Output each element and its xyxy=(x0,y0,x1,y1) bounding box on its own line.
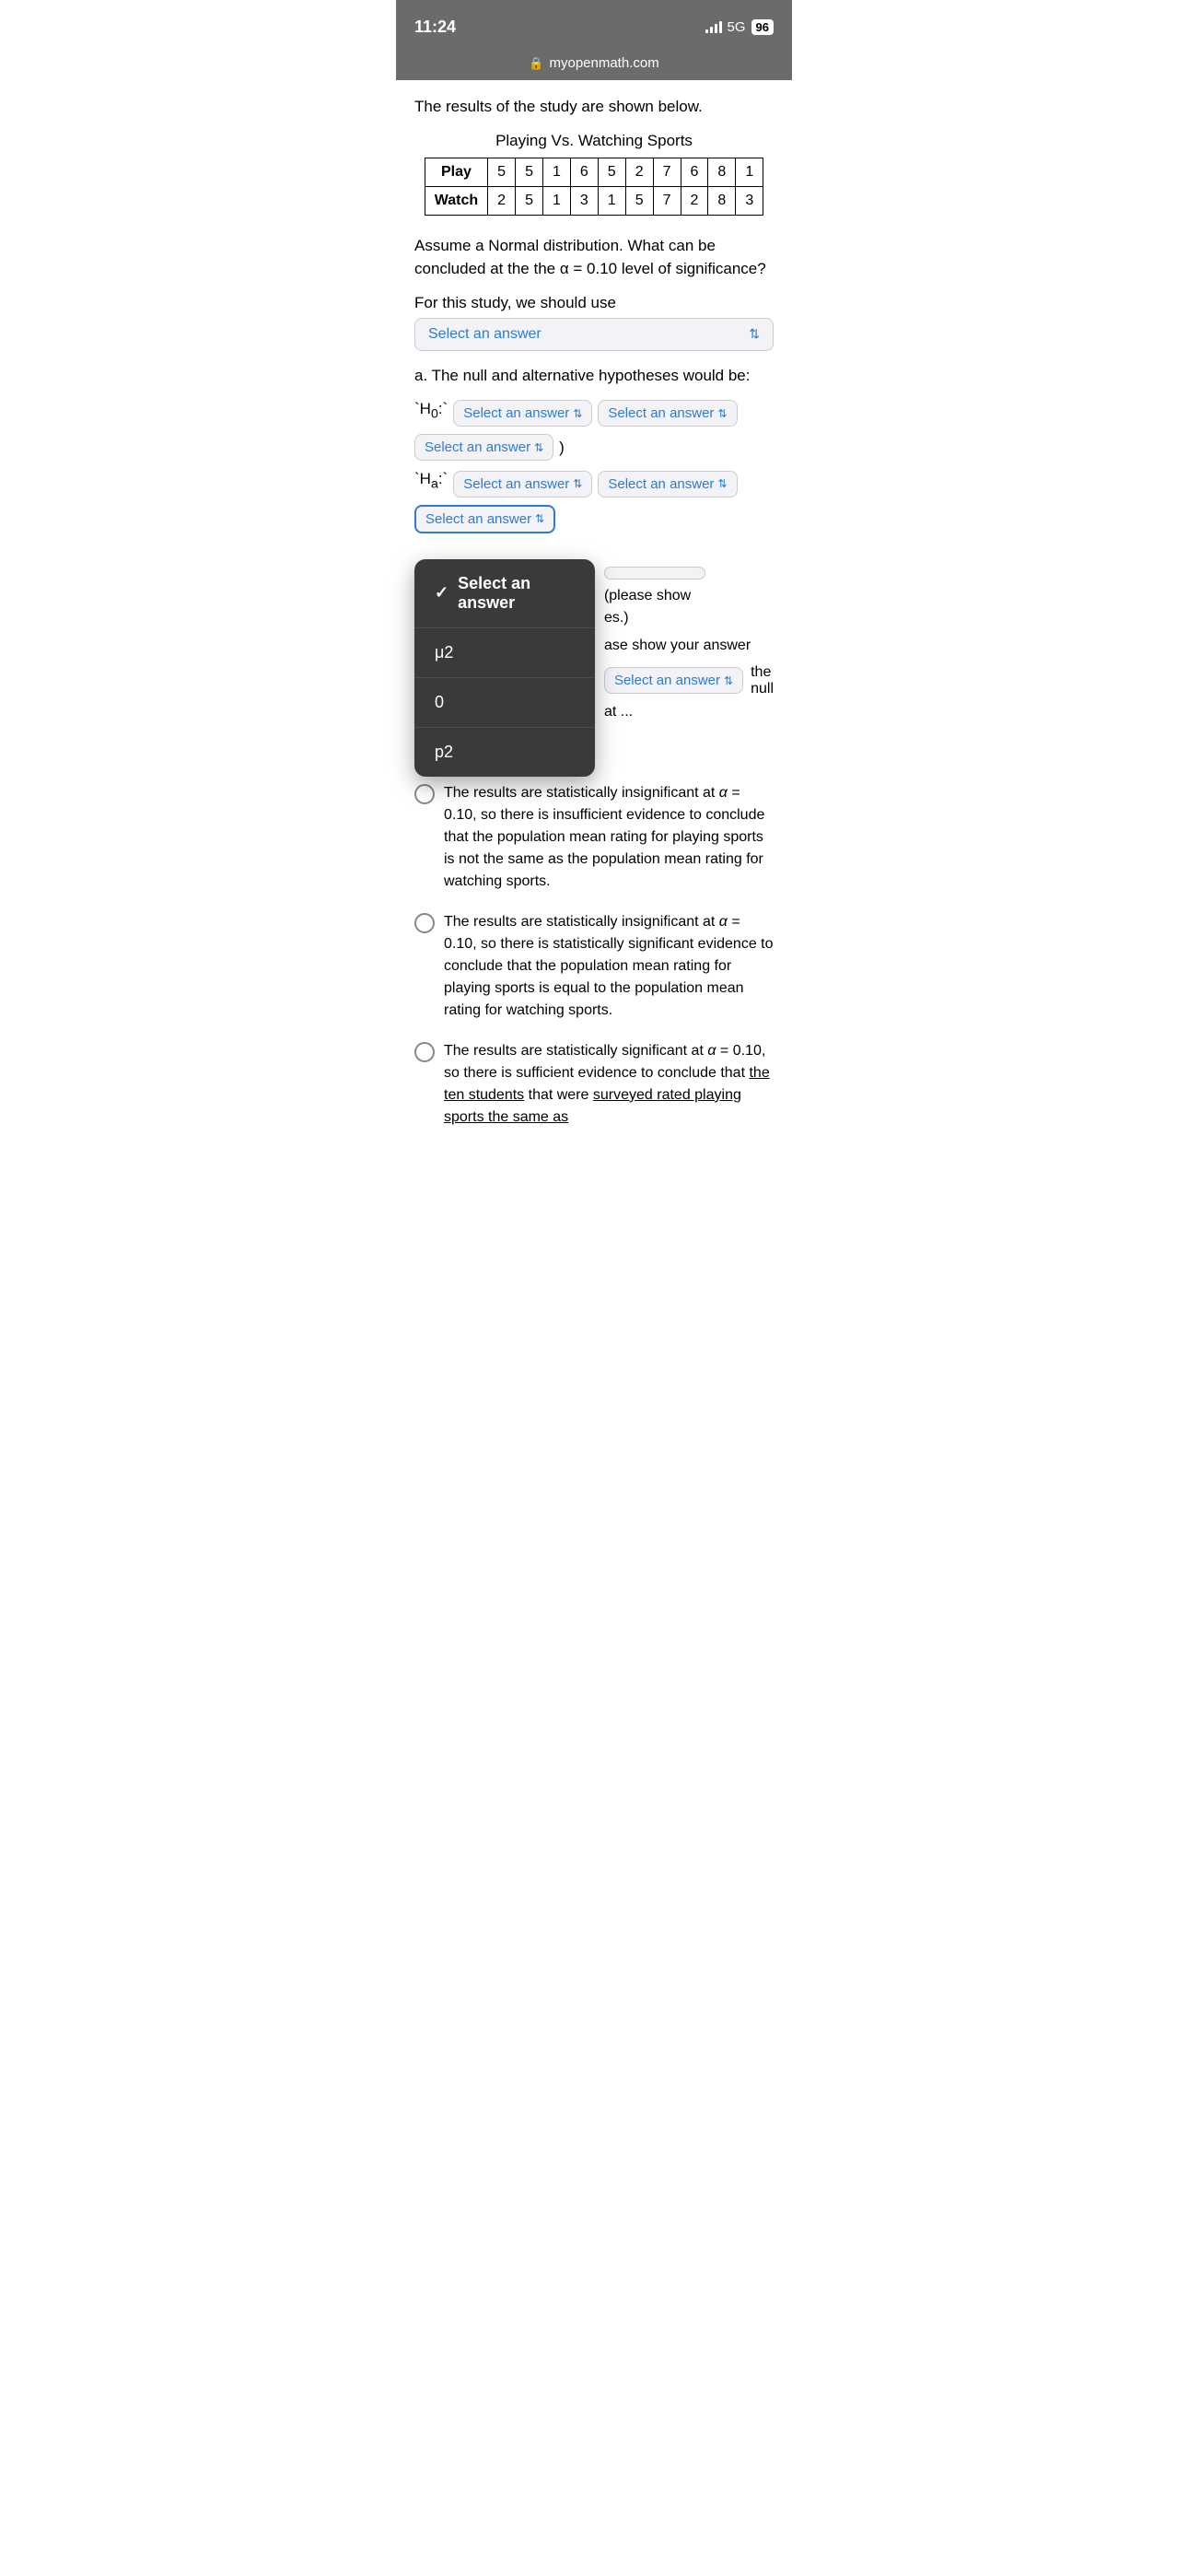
partial-text-2: es.) xyxy=(604,607,774,629)
dropdown-item-3-label: p2 xyxy=(435,743,453,762)
radio-option-1-text: The results are statistically insignific… xyxy=(444,782,774,893)
main-select-label: Select an answer xyxy=(428,326,542,343)
chevron-down-icon: ⇅ xyxy=(749,326,760,342)
partial-text-1: (please show xyxy=(604,585,774,607)
main-select-dropdown[interactable]: Select an answer ⇅ xyxy=(414,318,774,351)
study-label: For this study, we should use xyxy=(414,294,774,312)
status-time: 11:24 xyxy=(414,18,456,37)
url-text: myopenmath.com xyxy=(549,55,658,71)
radio-option-3[interactable]: The results are statistically significan… xyxy=(414,1040,774,1129)
play-cell-10: 1 xyxy=(736,158,763,186)
ha-select-2-label: Select an answer xyxy=(608,476,714,492)
h0-select-2[interactable]: Select an answer ⇅ xyxy=(598,400,737,427)
radio-option-2[interactable]: The results are statistically insignific… xyxy=(414,911,774,1022)
battery-indicator: 96 xyxy=(751,19,774,35)
watch-cell-9: 8 xyxy=(708,186,736,215)
lock-icon: 🔒 xyxy=(529,56,543,71)
radio-option-2-text: The results are statistically insignific… xyxy=(444,911,774,1022)
h0-row-2: Select an answer ⇅ ) xyxy=(414,434,774,461)
watch-cell-4: 3 xyxy=(570,186,598,215)
radio-option-1[interactable]: The results are statistically insignific… xyxy=(414,782,774,893)
dropdown-item-1-label: μ2 xyxy=(435,643,453,662)
ha-select-2[interactable]: Select an answer ⇅ xyxy=(598,471,737,498)
dropdown-item-0[interactable]: 0 xyxy=(414,678,595,728)
table-title: Playing Vs. Watching Sports xyxy=(414,132,774,150)
play-cell-7: 7 xyxy=(653,158,681,186)
h0-select-3-label: Select an answer xyxy=(425,439,530,455)
ha-select-3-label: Select an answer xyxy=(425,511,531,527)
watch-cell-3: 1 xyxy=(542,186,570,215)
radio-option-3-text: The results are statistically significan… xyxy=(444,1040,774,1129)
watch-cell-8: 2 xyxy=(681,186,708,215)
radio-section: The results are statistically insignific… xyxy=(396,782,792,1165)
partial-null-text: the null xyxy=(751,664,774,697)
chevron-icon-h0-3: ⇅ xyxy=(534,441,543,454)
play-cell-4: 6 xyxy=(570,158,598,186)
ha-select-3-active[interactable]: Select an answer ⇅ xyxy=(414,505,555,533)
chevron-partial-icon: ⇅ xyxy=(724,674,733,687)
watch-cell-6: 5 xyxy=(625,186,653,215)
chevron-icon-ha-3: ⇅ xyxy=(535,512,544,525)
watch-cell-5: 1 xyxy=(598,186,625,215)
main-content: The results of the study are shown below… xyxy=(396,80,792,559)
h0-label: `H0:` xyxy=(414,400,448,421)
watch-cell-7: 7 xyxy=(653,186,681,215)
url-bar: 🔒 myopenmath.com xyxy=(396,50,792,80)
h0-select-3[interactable]: Select an answer ⇅ xyxy=(414,434,553,461)
dropdown-menu[interactable]: ✓ Select an answer μ2 0 p2 xyxy=(414,559,595,777)
play-cell-9: 8 xyxy=(708,158,736,186)
radio-circle-2[interactable] xyxy=(414,913,435,933)
radio-circle-1[interactable] xyxy=(414,784,435,804)
radio-circle-3[interactable] xyxy=(414,1042,435,1062)
chevron-icon-ha-1: ⇅ xyxy=(573,477,582,490)
status-right: 5G 96 xyxy=(705,19,774,35)
partial-select-row: Select an answer ⇅ the null xyxy=(604,664,774,697)
ha-label: `Ha:` xyxy=(414,470,448,491)
chevron-icon-h0-1: ⇅ xyxy=(573,407,582,420)
play-cell-2: 5 xyxy=(516,158,543,186)
h0-select-2-label: Select an answer xyxy=(608,405,714,421)
partial-right-content: (please show es.) ase show your answer S… xyxy=(604,559,774,723)
checkmark-icon: ✓ xyxy=(435,583,448,603)
watch-cell-1: 2 xyxy=(488,186,516,215)
dropdown-item-mu2[interactable]: μ2 xyxy=(414,628,595,678)
network-type: 5G xyxy=(728,19,746,35)
play-cell-1: 5 xyxy=(488,158,516,186)
play-cell-6: 2 xyxy=(625,158,653,186)
h0-select-1-label: Select an answer xyxy=(463,405,569,421)
intro-text: The results of the study are shown below… xyxy=(414,95,774,119)
dropdown-area: ✓ Select an answer μ2 0 p2 (please show … xyxy=(396,559,792,777)
table-header-watch: Watch xyxy=(425,186,487,215)
data-table: Play 5 5 1 6 5 2 7 6 8 1 Watch 2 5 1 3 1… xyxy=(425,158,763,216)
dropdown-item-2-label: 0 xyxy=(435,693,444,712)
ha-row: `Ha:` Select an answer ⇅ Select an answe… xyxy=(414,470,774,497)
partial-text-4: at ... xyxy=(604,701,774,723)
ha-select-1[interactable]: Select an answer ⇅ xyxy=(453,471,592,498)
table-header-play: Play xyxy=(425,158,487,186)
dropdown-item-select-answer[interactable]: ✓ Select an answer xyxy=(414,559,595,628)
watch-cell-10: 3 xyxy=(736,186,763,215)
play-cell-3: 1 xyxy=(542,158,570,186)
play-cell-5: 5 xyxy=(598,158,625,186)
play-cell-8: 6 xyxy=(681,158,708,186)
dropdown-item-0-label: Select an answer xyxy=(458,574,575,613)
partial-text-3: ase show your answer xyxy=(604,635,774,657)
partial-inline-select[interactable]: Select an answer ⇅ xyxy=(604,667,743,694)
question-text: Assume a Normal distribution. What can b… xyxy=(414,234,774,281)
chevron-icon-ha-2: ⇅ xyxy=(717,477,727,490)
status-bar: 11:24 5G 96 xyxy=(396,0,792,50)
ha-select-1-label: Select an answer xyxy=(463,476,569,492)
watch-cell-2: 5 xyxy=(516,186,543,215)
chevron-icon-h0-2: ⇅ xyxy=(717,407,727,420)
h0-row: `H0:` Select an answer ⇅ Select an answe… xyxy=(414,400,774,427)
dropdown-item-p2[interactable]: p2 xyxy=(414,728,595,777)
ha-row-2: Select an answer ⇅ xyxy=(414,505,774,533)
h0-select-1[interactable]: Select an answer ⇅ xyxy=(453,400,592,427)
hypotheses-title: a. The null and alternative hypotheses w… xyxy=(414,364,774,388)
paren-close: ) xyxy=(559,439,565,457)
signal-icon xyxy=(705,20,722,33)
